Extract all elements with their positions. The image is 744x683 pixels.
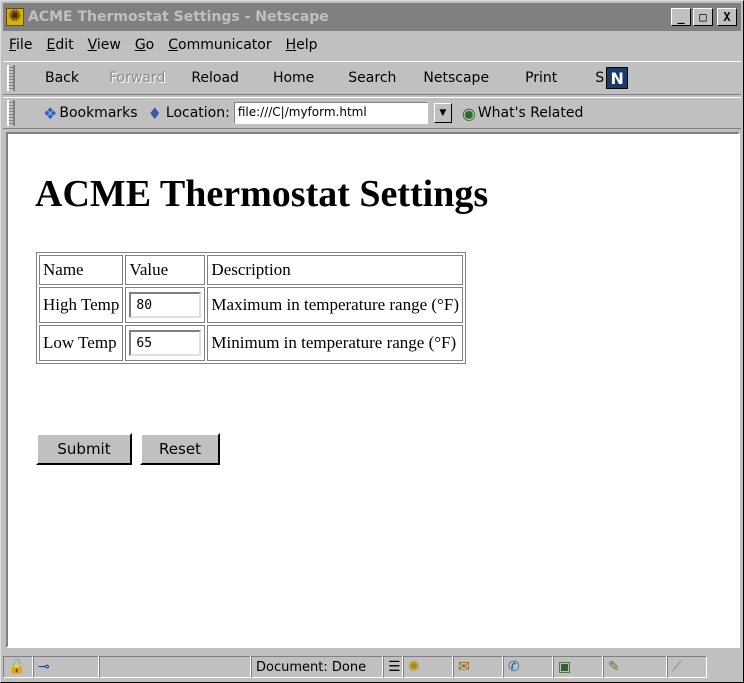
navigator-component-icon[interactable]: ✺ <box>403 656 453 678</box>
title-bar[interactable]: ACME Thermostat Settings - Netscape _ □ … <box>3 3 741 31</box>
table-row: Low Temp 65 Minimum in temperature range… <box>39 325 463 361</box>
search-button[interactable]: Search <box>348 70 396 86</box>
settings-table: Name Value Description High Temp 80 Maxi… <box>36 252 466 364</box>
row-name: Low Temp <box>39 325 124 361</box>
menu-edit[interactable]: Edit <box>46 37 73 53</box>
toolbar-grip[interactable] <box>7 100 15 126</box>
composer-component-icon[interactable]: ▣ <box>553 656 603 678</box>
minimize-button[interactable]: _ <box>671 8 691 26</box>
status-grip-icon: ☰ <box>383 656 403 678</box>
whats-related-button[interactable]: What's Related <box>478 105 584 121</box>
high-temp-input[interactable]: 80 <box>129 292 202 318</box>
location-label: Location: <box>165 105 230 121</box>
resize-grip-icon[interactable]: ⟋ <box>667 656 707 678</box>
location-toolbar: ❖ Bookmarks ♦ Location: file:///C|/myfor… <box>3 97 741 129</box>
close-button[interactable]: X <box>717 8 737 26</box>
toolbar-grip[interactable] <box>7 65 15 91</box>
page-title: ACME Thermostat Settings <box>35 173 489 215</box>
back-button[interactable]: Back <box>45 70 79 86</box>
row-description: Minimum in temperature range (°F) <box>207 325 463 361</box>
header-name: Name <box>39 255 124 285</box>
reset-button[interactable]: Reset <box>140 433 220 465</box>
menu-communicator[interactable]: Communicator <box>168 37 271 53</box>
menu-file[interactable]: File <box>9 37 32 53</box>
security-button[interactable]: S <box>595 70 604 86</box>
low-temp-input[interactable]: 65 <box>129 330 202 356</box>
connection-icon: ⊸ <box>33 656 99 678</box>
menu-view[interactable]: View <box>88 37 121 53</box>
header-value: Value <box>125 255 206 285</box>
row-name: High Temp <box>39 287 124 323</box>
table-row: High Temp 80 Maximum in temperature rang… <box>39 287 463 323</box>
discussions-component-icon[interactable]: ✆ <box>503 656 553 678</box>
security-lock-icon[interactable]: 🔓 <box>3 656 33 678</box>
forward-button[interactable]: Forward <box>109 70 165 86</box>
print-button[interactable]: Print <box>525 70 557 86</box>
browser-window: ACME Thermostat Settings - Netscape _ □ … <box>0 0 744 683</box>
window-controls: _ □ X <box>671 8 737 26</box>
table-header-row: Name Value Description <box>39 255 463 285</box>
status-bar: 🔓 ⊸ Document: Done ☰ ✺ ✉ ✆ ▣ ✎ ⟋ <box>3 653 741 681</box>
reload-button[interactable]: Reload <box>191 70 239 86</box>
netscape-button[interactable]: Netscape <box>423 70 489 86</box>
maximize-button[interactable]: □ <box>693 8 713 26</box>
location-input[interactable]: file:///C|/myform.html <box>233 102 428 124</box>
mail-component-icon[interactable]: ✉ <box>453 656 503 678</box>
menu-go[interactable]: Go <box>135 37 154 53</box>
location-dropdown-button[interactable]: ▼ <box>433 103 452 123</box>
location-icon: ♦ <box>147 103 162 123</box>
navigation-toolbar: Back Forward Reload Home Search Netscape… <box>3 61 741 95</box>
page-content: ACME Thermostat Settings Name Value Desc… <box>6 132 740 648</box>
whats-related-icon: ◉ <box>461 103 476 123</box>
bookmarks-button[interactable]: Bookmarks <box>59 105 137 121</box>
row-value-cell: 80 <box>125 287 206 323</box>
progress-bar <box>99 656 251 678</box>
netscape-logo[interactable]: N <box>606 67 629 89</box>
bookmarks-icon: ❖ <box>43 103 58 123</box>
row-value-cell: 65 <box>125 325 206 361</box>
edit-component-icon[interactable]: ✎ <box>603 656 667 678</box>
menu-bar: File Edit View Go Communicator Help <box>3 33 741 57</box>
header-description: Description <box>207 255 463 285</box>
menu-help[interactable]: Help <box>286 37 318 53</box>
status-text: Document: Done <box>251 656 383 678</box>
netscape-app-icon <box>6 6 24 26</box>
home-button[interactable]: Home <box>273 70 314 86</box>
submit-button[interactable]: Submit <box>36 433 132 465</box>
row-description: Maximum in temperature range (°F) <box>207 287 463 323</box>
window-title: ACME Thermostat Settings - Netscape <box>28 9 329 25</box>
